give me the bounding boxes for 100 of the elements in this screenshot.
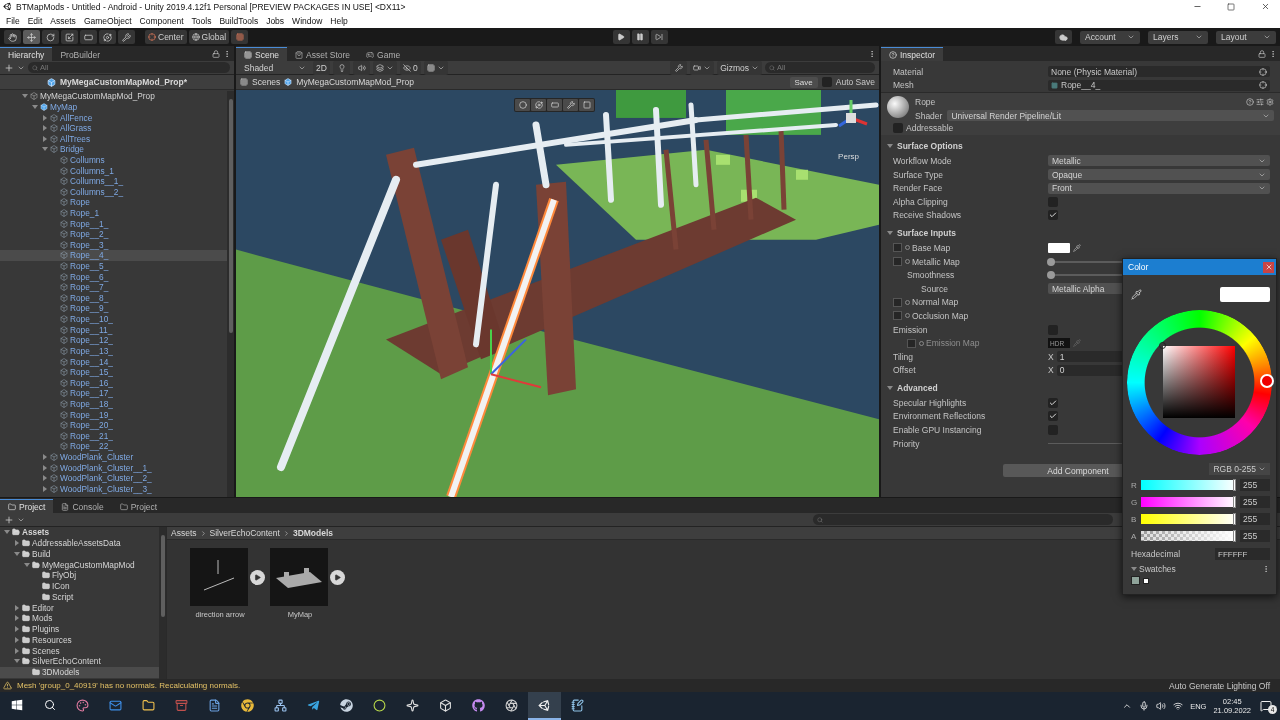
menu-item[interactable]: File — [2, 13, 24, 28]
hierarchy-item[interactable]: Rope__14_ — [0, 356, 227, 367]
hierarchy-item[interactable]: AllGrass — [0, 122, 227, 134]
menu-item[interactable]: Help — [326, 13, 352, 28]
hierarchy-item[interactable]: Rope__4_ — [0, 250, 227, 261]
hierarchy-item[interactable]: Bridge — [0, 144, 227, 155]
folder-item[interactable]: 3DModels — [0, 666, 159, 678]
panel-tab[interactable]: Hierarchy — [0, 47, 53, 61]
layout-dropdown[interactable]: Layout — [1216, 30, 1276, 44]
hierarchy-item[interactable]: Collumns__2_ — [0, 186, 227, 198]
menu-item[interactable]: Assets — [46, 13, 80, 28]
hierarchy-item[interactable]: Rope__20_ — [0, 419, 227, 431]
hierarchy-item[interactable]: Rope__18_ — [0, 398, 227, 410]
projection-label[interactable]: Persp — [838, 152, 859, 161]
section-header[interactable]: Surface Options — [881, 138, 1280, 155]
section-header[interactable]: Surface Inputs — [881, 225, 1280, 242]
hex-field[interactable]: FFFFFF — [1215, 548, 1270, 560]
hierarchy-item[interactable]: Rope__12_ — [0, 335, 227, 346]
hierarchy-item[interactable]: Rope__11_ — [0, 324, 227, 335]
layers-dropdown[interactable]: Layers — [1148, 30, 1208, 44]
pivot-button[interactable]: Center — [145, 30, 187, 44]
hierarchy-item[interactable]: Rope_1 — [0, 207, 227, 219]
object-field[interactable]: Rope__4_ — [1048, 79, 1270, 91]
menu-item[interactable]: Component — [135, 13, 188, 28]
hierarchy-item[interactable]: Collumns__1_ — [0, 175, 227, 187]
number-field[interactable]: 255 — [1240, 479, 1270, 491]
folder-item[interactable]: SilverEchoContent — [0, 656, 159, 667]
panel-tab[interactable]: Scene — [236, 47, 288, 61]
folder-item[interactable]: FlyObj — [0, 570, 159, 581]
hierarchy-item[interactable]: Rope__17_ — [0, 388, 227, 399]
folder-item[interactable]: Mods — [0, 613, 159, 624]
dropdown[interactable]: Front — [1048, 182, 1270, 194]
hierarchy-item[interactable]: Rope__21_ — [0, 430, 227, 442]
space-button[interactable]: Global — [188, 30, 230, 44]
folder-item[interactable]: ICon — [0, 580, 159, 592]
account-dropdown[interactable]: Account — [1080, 30, 1140, 44]
save-button[interactable]: Save — [789, 76, 818, 88]
folder-item[interactable]: Scenes — [0, 645, 159, 656]
folder-item[interactable]: Resources — [0, 634, 159, 646]
hierarchy-item[interactable]: Rope__19_ — [0, 409, 227, 420]
hierarchy-item[interactable]: Rope__3_ — [0, 239, 227, 251]
panel-tab[interactable]: ProBuilder — [52, 47, 109, 61]
breadcrumb-link[interactable]: Scenes — [252, 77, 281, 87]
hierarchy-item[interactable]: Rope__2_ — [0, 228, 227, 240]
number-field[interactable]: 255 — [1240, 530, 1270, 542]
breadcrumb-link[interactable]: SilverEchoContent — [209, 528, 280, 538]
dropdown[interactable]: Metallic — [1048, 155, 1270, 167]
menu-item[interactable]: Jobs — [262, 13, 289, 28]
section-header[interactable]: Advanced — [881, 380, 1280, 397]
folder-item[interactable]: MyMegaCustomMapMod — [0, 559, 159, 570]
folder-item[interactable]: AddressableAssetsData — [0, 537, 159, 549]
folder-item[interactable]: Script — [0, 591, 159, 603]
folder-item[interactable]: Editor — [0, 602, 159, 613]
breadcrumb-link[interactable]: MyMegaCustomMapMod_Prop — [296, 77, 414, 87]
number-field[interactable]: 255 — [1240, 513, 1270, 525]
hierarchy-item[interactable]: Rope — [0, 197, 227, 208]
breadcrumb-link[interactable]: Assets — [171, 528, 197, 538]
hierarchy-item[interactable]: Rope__13_ — [0, 345, 227, 357]
folder-item[interactable]: Build — [0, 548, 159, 560]
panel-tab[interactable]: Project — [0, 499, 54, 513]
hierarchy-item[interactable]: Collumns — [0, 154, 227, 166]
hierarchy-item[interactable]: Rope__15_ — [0, 366, 227, 378]
object-field[interactable]: None (Physic Material) — [1048, 66, 1270, 78]
status-message[interactable]: Mesh 'group_0_40919' has no normals. Recalculating normals. — [17, 681, 241, 690]
hierarchy-item[interactable]: AllTrees — [0, 133, 227, 145]
hierarchy-item[interactable]: Collumns_1 — [0, 165, 227, 176]
dropdown[interactable]: Opaque — [1048, 169, 1270, 181]
hierarchy-item[interactable]: WoodPlank_Cluster — [0, 451, 227, 463]
menu-item[interactable]: BuildTools — [215, 13, 263, 28]
hierarchy-item[interactable]: Rope__7_ — [0, 281, 227, 293]
shader-dropdown[interactable]: Universal Render Pipeline/Lit — [947, 110, 1274, 122]
panel-tab[interactable]: Project — [111, 499, 166, 513]
breadcrumb-link[interactable]: 3DModels — [292, 528, 334, 538]
folder-item[interactable]: Plugins — [0, 623, 159, 635]
panel-tab[interactable]: Asset Store — [287, 47, 359, 61]
hierarchy-item[interactable]: Rope__22_ — [0, 441, 227, 452]
hierarchy-item[interactable]: Rope__16_ — [0, 377, 227, 389]
menu-item[interactable]: GameObject — [79, 13, 136, 28]
hierarchy-item[interactable]: WoodPlank_Cluster__2_ — [0, 472, 227, 484]
hierarchy-item[interactable]: Rope__10_ — [0, 313, 227, 325]
menu-item[interactable]: Edit — [23, 13, 47, 28]
hierarchy-item[interactable]: Rope__9_ — [0, 303, 227, 314]
hierarchy-item[interactable]: Rope__8_ — [0, 292, 227, 304]
hierarchy-item[interactable]: WoodPlank_Cluster__3_ — [0, 483, 227, 495]
folder-item[interactable]: Assets — [0, 527, 159, 538]
hierarchy-item[interactable]: MyMap — [0, 101, 227, 113]
hierarchy-item[interactable]: Rope__1_ — [0, 218, 227, 229]
number-field[interactable]: 255 — [1240, 496, 1270, 508]
section-label[interactable]: Swatches — [1139, 564, 1176, 574]
hierarchy-item[interactable]: AllFence — [0, 112, 227, 123]
hierarchy-item[interactable]: WoodPlank_Cluster__1_ — [0, 462, 227, 473]
hierarchy-item[interactable]: Rope__5_ — [0, 260, 227, 272]
panel-tab[interactable]: Console — [53, 499, 112, 513]
menu-item[interactable]: Tools — [187, 13, 216, 28]
color-mode-dropdown[interactable]: RGB 0-255 — [1209, 463, 1270, 475]
hierarchy-item[interactable]: Rope__6_ — [0, 271, 227, 282]
panel-tab[interactable]: Inspector — [881, 47, 943, 61]
menu-item[interactable]: Window — [288, 13, 327, 28]
hierarchy-item[interactable]: MyMegaCustomMapMod_Prop — [0, 91, 227, 102]
panel-tab[interactable]: Game — [358, 47, 409, 61]
